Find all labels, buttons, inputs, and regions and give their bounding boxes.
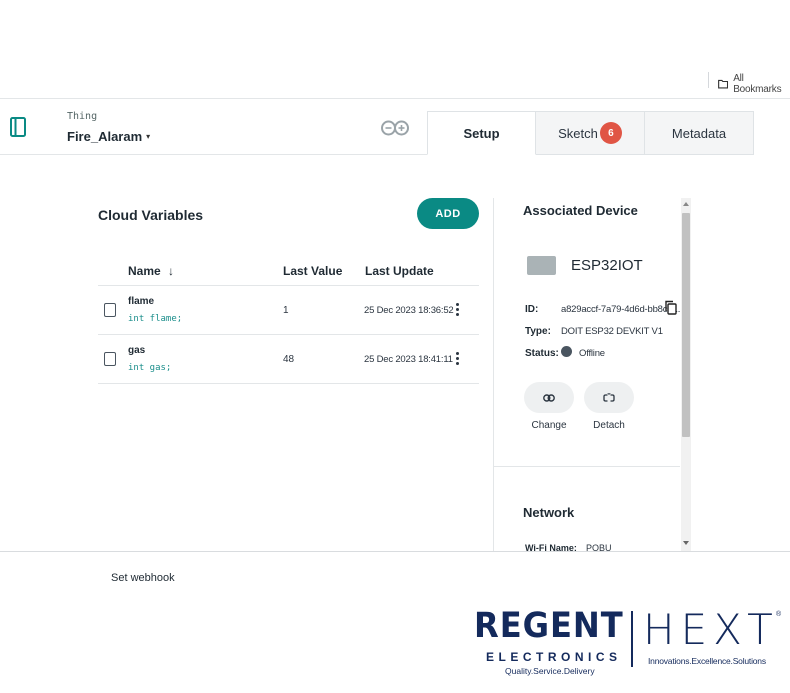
set-webhook-link[interactable]: Set webhook (111, 572, 175, 584)
tab-setup[interactable]: Setup (427, 111, 536, 155)
copy-icon[interactable] (664, 300, 677, 320)
device-type-value: DOIT ESP32 DEVKIT V1 (561, 326, 663, 337)
sort-arrow-down-icon: ↓ (168, 264, 175, 278)
hext-logo-text: HEXT (643, 605, 779, 654)
wifi-name-label: Wi-Fi Name: (525, 543, 577, 551)
table-divider (98, 285, 479, 286)
row-checkbox-gas[interactable] (104, 352, 116, 366)
device-board-icon (527, 256, 556, 275)
all-bookmarks-button[interactable]: All Bookmarks (718, 73, 790, 95)
electronics-logo-text: ELECTRONICS (486, 650, 622, 664)
variable-last-update: 25 Dec 2023 18:41:11 (364, 354, 453, 365)
network-title: Network (523, 505, 575, 520)
sidebar-toggle-button[interactable] (10, 117, 26, 142)
tab-sketch[interactable]: Sketch 6 (536, 111, 645, 155)
variable-declaration: int gas; (128, 363, 172, 373)
wifi-name-value: POBU (586, 543, 612, 551)
folder-icon (718, 79, 729, 89)
logo-divider (631, 611, 633, 667)
tab-sketch-label: Sketch (558, 125, 598, 141)
variable-name[interactable]: gas (128, 345, 145, 356)
caret-down-icon: ▾ (146, 132, 151, 141)
scrollbar-thumb[interactable] (682, 213, 690, 437)
device-type-label: Type: (525, 326, 551, 337)
regent-logo-text: REGENT (474, 606, 624, 646)
link-icon (543, 393, 555, 402)
row-checkbox-flame[interactable] (104, 303, 116, 317)
add-variable-button[interactable]: ADD (417, 198, 479, 229)
row-menu-kebab-icon[interactable] (454, 303, 460, 316)
variable-name[interactable]: flame (128, 296, 154, 307)
detach-label: Detach (593, 420, 625, 431)
arduino-logo-icon (380, 118, 410, 143)
footer-divider (0, 551, 790, 552)
detach-device-button[interactable] (584, 382, 634, 413)
column-header-last-update: Last Update (365, 264, 434, 278)
column-header-last-value: Last Value (283, 264, 343, 278)
column-name-label: Name (128, 264, 161, 278)
tab-metadata[interactable]: Metadata (645, 111, 754, 155)
scroll-down-arrow-icon[interactable] (683, 541, 689, 545)
tab-bar: Setup Sketch 6 Metadata (427, 111, 754, 155)
scroll-up-arrow-icon[interactable] (683, 202, 689, 206)
bookmark-bar-divider (708, 72, 709, 88)
status-offline-icon (561, 346, 572, 357)
unlink-icon (603, 392, 615, 402)
row-menu-kebab-icon[interactable] (454, 352, 460, 365)
sidebar-panel-icon (10, 117, 26, 137)
variable-last-value: 48 (283, 354, 295, 365)
section-divider (494, 466, 680, 467)
change-label: Change (531, 420, 567, 431)
device-status-value: Offline (579, 348, 605, 359)
panel-divider (493, 198, 494, 551)
regent-tagline: Quality.Service.Delivery (505, 666, 595, 676)
thing-name: Fire_Alaram (67, 129, 143, 144)
all-bookmarks-label: All Bookmarks (733, 73, 782, 95)
tab-setup-label: Setup (463, 125, 500, 141)
table-divider (98, 383, 479, 384)
change-device-button[interactable] (524, 382, 574, 413)
variable-declaration: int flame; (128, 314, 183, 324)
variable-last-update: 25 Dec 2023 18:36:52 (364, 305, 454, 316)
header-top-divider (0, 98, 790, 99)
device-name: ESP32IOT (571, 257, 643, 274)
column-header-name[interactable]: Name ↓ (128, 264, 174, 278)
tab-metadata-label: Metadata (671, 125, 727, 141)
associated-device-title: Associated Device (523, 203, 638, 218)
registered-mark: ® (776, 611, 782, 618)
table-divider (98, 334, 479, 335)
variable-last-value: 1 (283, 305, 289, 316)
device-id-label: ID: (525, 304, 539, 315)
thing-name-dropdown[interactable]: Fire_Alaram ▾ (67, 129, 150, 144)
device-status-label: Status: (525, 348, 559, 359)
cloud-variables-title: Cloud Variables (98, 207, 204, 223)
sketch-count-badge: 6 (599, 122, 622, 144)
header-bottom-divider (0, 154, 427, 155)
hext-tagline: Innovations.Excellence.Solutions (648, 656, 766, 666)
thing-caption: Thing (67, 111, 98, 122)
